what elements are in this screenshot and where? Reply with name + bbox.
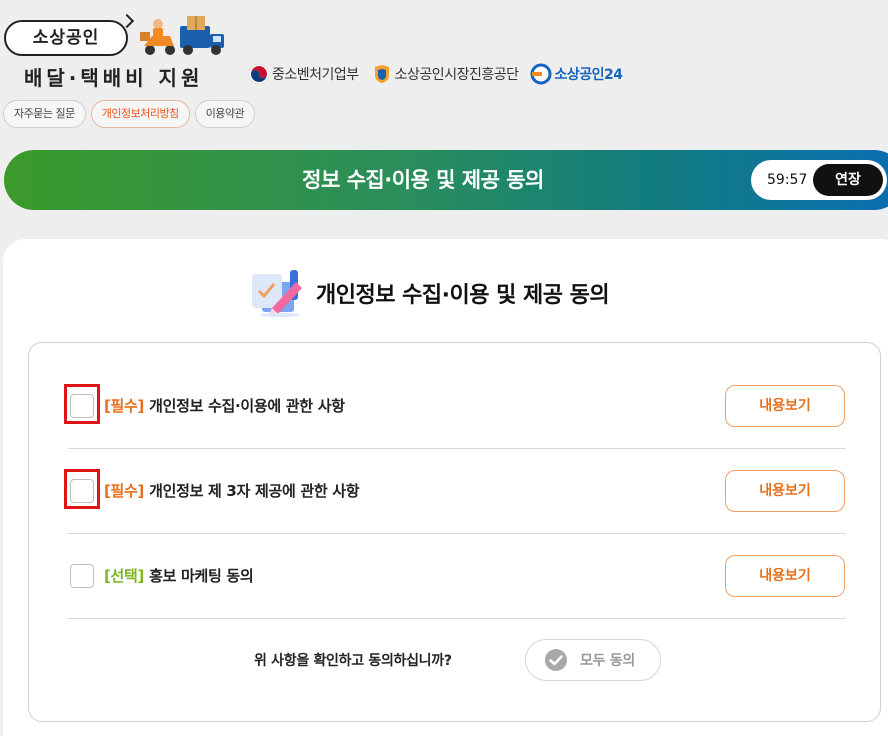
view-details-button[interactable]: 내용보기 xyxy=(725,385,845,427)
consent-item-marketing: [선택] 홍보 마케팅 동의 내용보기 xyxy=(68,534,846,618)
logo-title: 소상공인 xyxy=(4,20,128,56)
view-details-button[interactable]: 내용보기 xyxy=(725,470,845,512)
card-title: 개인정보 수집·이용 및 제공 동의 xyxy=(316,283,610,308)
session-timer: 59:57 연장 xyxy=(751,160,887,200)
consent-item-third-party: [필수] 개인정보 제 3자 제공에 관한 사항 내용보기 xyxy=(64,449,846,533)
view-details-button[interactable]: 내용보기 xyxy=(725,555,845,597)
site-logo[interactable]: 소상공인 배달·택배비 지원 xyxy=(4,13,230,90)
document-pen-icon xyxy=(252,270,302,317)
timer-value: 59:57 xyxy=(767,172,808,188)
partner-mss[interactable]: 중소벤처기업부 xyxy=(248,63,359,85)
partner-logos: 중소벤처기업부 소상공인시장진흥공단 소상공인24 xyxy=(248,62,635,86)
consent-item-text: 개인정보 제 3자 제공에 관한 사항 xyxy=(149,482,360,500)
agree-all-label: 모두 동의 xyxy=(580,653,635,669)
consent-item-label: [필수] 개인정보 제 3자 제공에 관한 사항 xyxy=(104,449,360,533)
sbiz24-logo-icon xyxy=(530,63,552,85)
semas-logo-icon xyxy=(374,65,389,83)
consent-checkbox[interactable] xyxy=(70,564,94,588)
privacy-policy-link[interactable]: 개인정보처리방침 xyxy=(90,100,190,128)
card-header: 개인정보 수집·이용 및 제공 동의 xyxy=(250,268,610,318)
quick-links: 자주묻는 질문 개인정보처리방침 이용약관 xyxy=(3,100,260,128)
consent-item-label: [선택] 홍보 마케팅 동의 xyxy=(104,534,254,618)
korea-emblem-icon xyxy=(248,63,270,85)
divider xyxy=(68,618,846,619)
partner-sbiz24[interactable]: 소상공인24 xyxy=(530,63,623,85)
required-tag: [필수] xyxy=(104,397,145,415)
agree-all-button[interactable]: 모두 동의 xyxy=(525,639,661,681)
optional-tag: [선택] xyxy=(104,567,145,585)
consent-item-collection: [필수] 개인정보 수집·이용에 관한 사항 내용보기 xyxy=(64,364,846,448)
faq-link[interactable]: 자주묻는 질문 xyxy=(3,100,86,128)
logo-subtitle: 배달·택배비 지원 xyxy=(24,66,204,90)
consent-checkbox[interactable] xyxy=(70,479,94,503)
terms-link[interactable]: 이용약관 xyxy=(194,100,256,128)
required-tag: [필수] xyxy=(104,482,145,500)
partner-name: 중소벤처기업부 xyxy=(272,67,359,83)
partner-name: 소상공인시장진흥공단 xyxy=(394,67,519,83)
partner-name: 소상공인24 xyxy=(554,67,623,83)
extend-session-button[interactable]: 연장 xyxy=(813,164,883,196)
delivery-truck-icon xyxy=(140,16,224,55)
partner-semas[interactable]: 소상공인시장진흥공단 xyxy=(371,63,519,85)
consent-item-label: [필수] 개인정보 수집·이용에 관한 사항 xyxy=(104,364,345,448)
check-circle-icon xyxy=(545,649,567,671)
consent-item-text: 홍보 마케팅 동의 xyxy=(149,567,254,585)
confirm-question: 위 사항을 확인하고 동의하십니까? xyxy=(254,653,452,669)
consent-item-text: 개인정보 수집·이용에 관한 사항 xyxy=(149,397,345,415)
consent-checkbox[interactable] xyxy=(70,394,94,418)
